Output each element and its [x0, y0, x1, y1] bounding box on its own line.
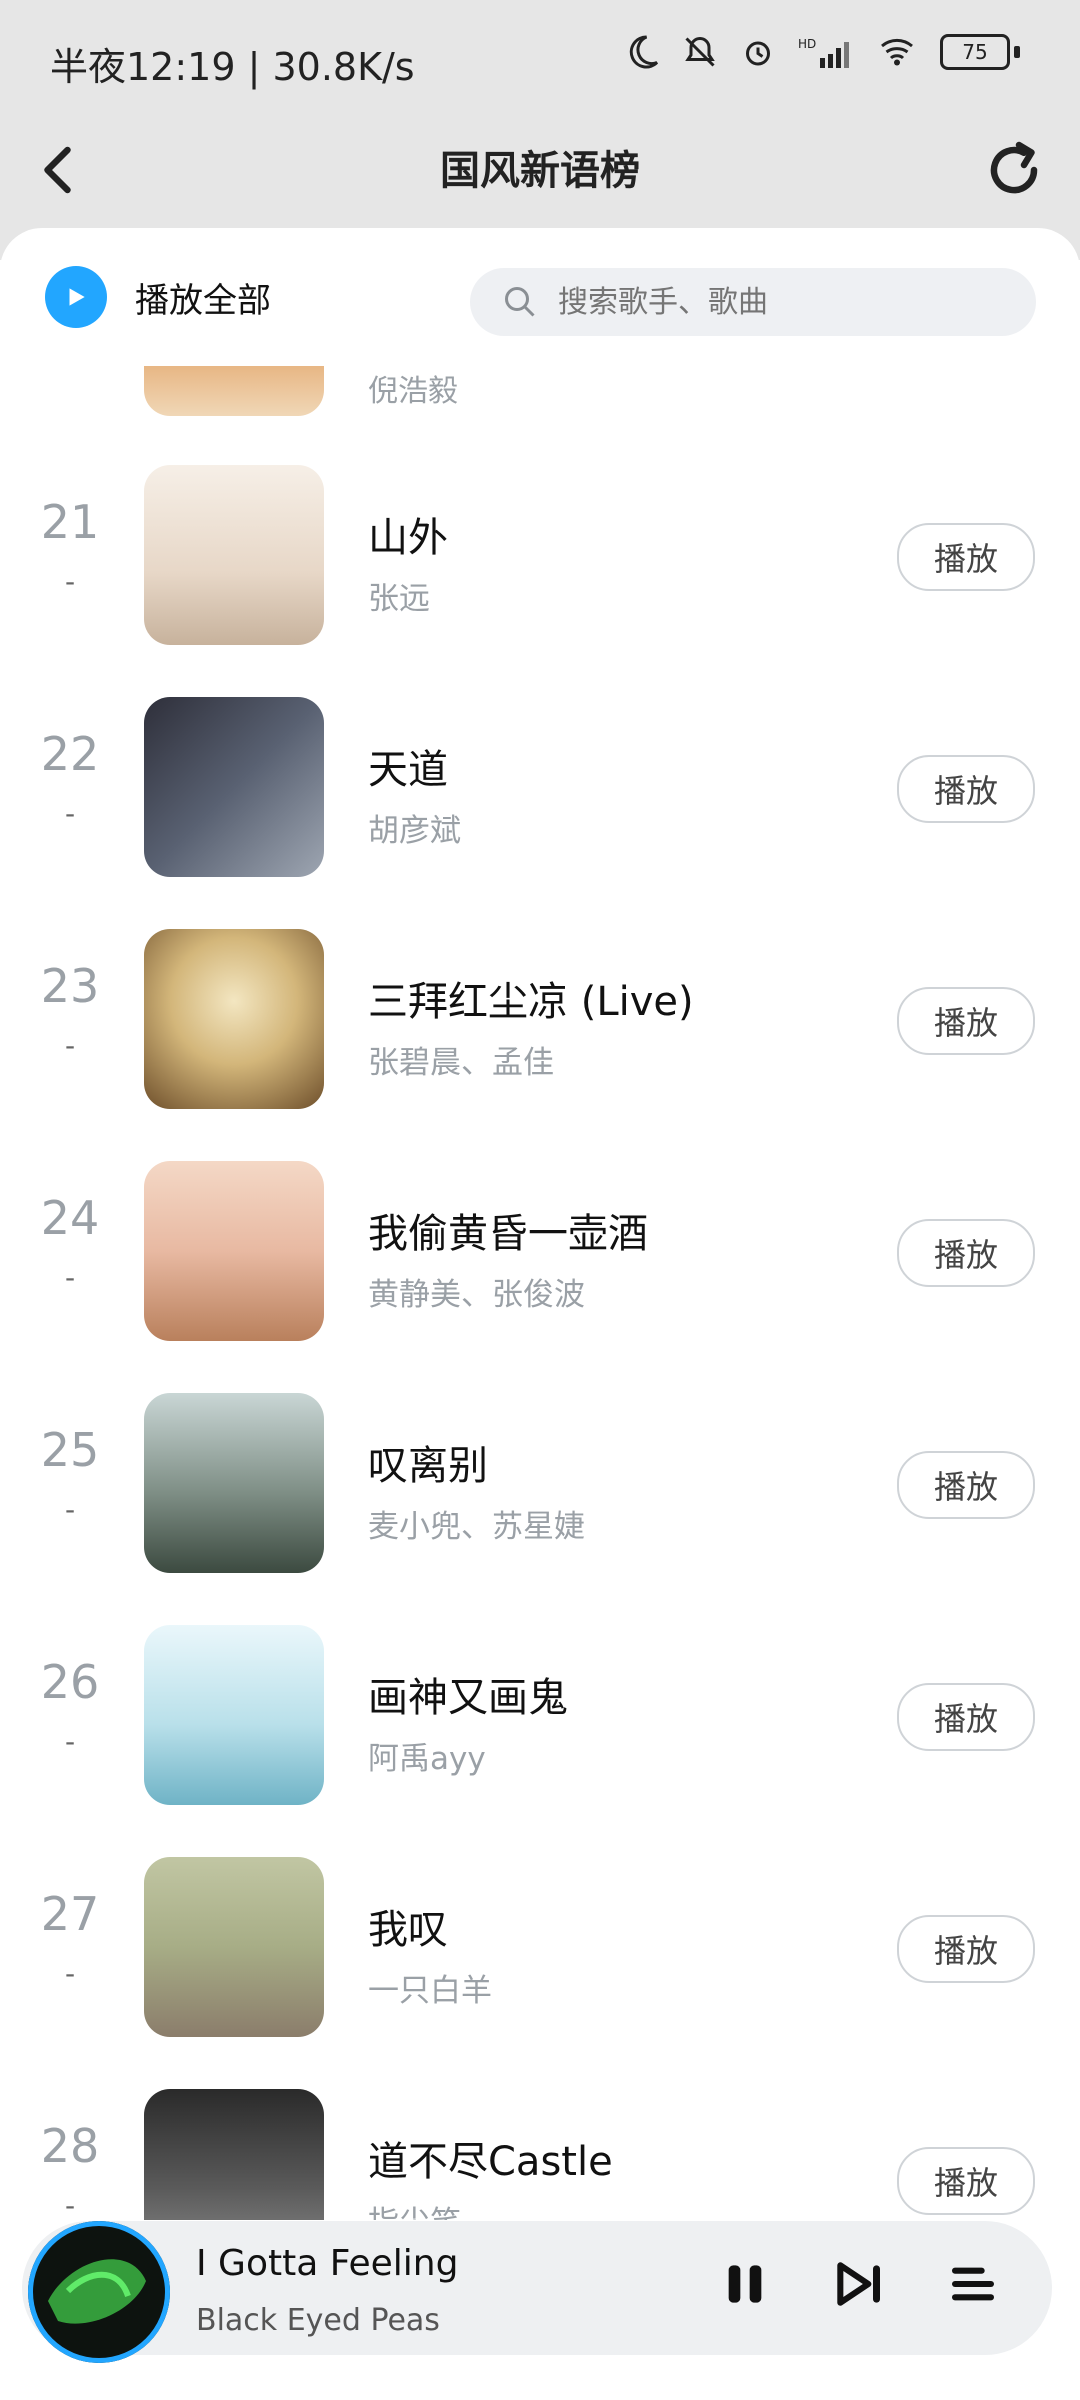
album-cover	[144, 697, 324, 877]
song-artist: 阿禹ayy	[368, 1741, 486, 1777]
play-button[interactable]: 播放	[897, 987, 1035, 1055]
list-item[interactable]: 24 - 我偷黄昏一壶酒 黄静美、张俊波 播放	[0, 1161, 1080, 1393]
play-button[interactable]: 播放	[897, 755, 1035, 823]
rank-change: -	[64, 2189, 76, 2220]
status-icons: HD 75	[624, 34, 1020, 70]
rank-change: -	[64, 797, 76, 830]
album-cover	[144, 1161, 324, 1341]
hd-signal-icon: HD	[798, 37, 849, 68]
refresh-icon	[990, 141, 1038, 194]
status-bar: 半夜12:19 | 30.8K/s HD 75	[0, 0, 1080, 120]
list-toolbar: 播放全部	[0, 256, 1080, 346]
now-playing-cover	[28, 2221, 170, 2363]
navigation-bar: 国风新语榜	[0, 120, 1080, 220]
list-item[interactable]: 25 - 叹离别 麦小兜、苏星婕 播放	[0, 1393, 1080, 1625]
player-controls	[710, 2249, 1008, 2319]
play-button[interactable]: 播放	[897, 1683, 1035, 1751]
song-artist: 一只白羊	[368, 1973, 492, 2009]
next-icon	[837, 2262, 880, 2306]
rank-number: 27	[40, 1887, 100, 1941]
battery-level: 75	[940, 34, 1010, 70]
alarm-icon	[746, 41, 770, 66]
wifi-icon	[881, 38, 913, 66]
album-cover	[144, 1393, 324, 1573]
album-cover	[144, 929, 324, 1109]
song-title: 画神又画鬼	[368, 1675, 568, 1721]
play-circle-icon	[45, 266, 107, 328]
battery-tip	[1014, 46, 1020, 58]
list-item[interactable]: 27 - 我叹 一只白羊 播放	[0, 1857, 1080, 2089]
refresh-button[interactable]	[984, 140, 1044, 200]
search-icon	[505, 287, 535, 317]
song-artist: 张碧晨、孟佳	[368, 1045, 554, 1081]
top-bar: 半夜12:19 | 30.8K/s HD 75 国风新语榜	[0, 0, 1080, 260]
pause-button[interactable]	[710, 2249, 780, 2319]
song-artist: 黄静美、张俊波	[368, 1277, 585, 1313]
play-button[interactable]: 播放	[897, 523, 1035, 591]
rank-change: -	[64, 1029, 76, 1062]
album-cover	[144, 2089, 324, 2220]
song-title: 山外	[368, 515, 448, 561]
bell-off-icon	[685, 37, 715, 67]
battery-icon: 75	[940, 34, 1020, 70]
moon-icon	[629, 35, 659, 69]
now-playing-title: I Gotta Feeling	[196, 2243, 459, 2284]
list-item[interactable]: 28 - 道不尽Castle 指尖笑 播放	[0, 2089, 1080, 2220]
play-button[interactable]: 播放	[897, 1915, 1035, 1983]
rank-number: 26	[40, 1655, 100, 1709]
play-button[interactable]: 播放	[897, 2147, 1035, 2215]
album-cover	[144, 1625, 324, 1805]
pause-icon	[728, 2265, 762, 2303]
album-cover	[144, 1857, 324, 2037]
now-playing-artist: Black Eyed Peas	[196, 2303, 440, 2338]
album-cover	[144, 465, 324, 645]
list-item[interactable]: 21 - 山外 张远 播放	[0, 465, 1080, 697]
song-title: 我偷黄昏一壶酒	[368, 1211, 648, 1257]
song-title: 三拜红尘凉 (Live)	[368, 979, 694, 1025]
song-title: 道不尽Castle	[368, 2139, 613, 2185]
rank-change: -	[64, 1261, 76, 1294]
play-all-label: 播放全部	[135, 280, 271, 321]
rank-number: 22	[40, 727, 100, 781]
svg-text:HD: HD	[798, 37, 816, 51]
song-title: 我叹	[368, 1907, 448, 1953]
next-button[interactable]	[824, 2249, 894, 2319]
rank-number: 23	[40, 959, 100, 1013]
status-time-speed: 半夜12:19 | 30.8K/s	[50, 45, 415, 89]
play-button[interactable]: 播放	[897, 1451, 1035, 1519]
rank-change: -	[64, 1493, 76, 1526]
song-artist: 麦小兜、苏星婕	[368, 1509, 585, 1545]
page-title: 国风新语榜	[440, 148, 640, 194]
rank-number: 28	[40, 2119, 100, 2173]
search-bar[interactable]	[470, 268, 1036, 336]
song-title: 天道	[368, 747, 448, 793]
song-artist: 张远	[368, 581, 430, 617]
rank-number: 24	[40, 1191, 100, 1245]
play-button[interactable]: 播放	[897, 1219, 1035, 1287]
rank-change: -	[64, 1725, 76, 1758]
rank-number: 25	[40, 1423, 100, 1477]
mini-player[interactable]: I Gotta Feeling Black Eyed Peas	[22, 2221, 1052, 2363]
song-artist: 胡彦斌	[368, 813, 461, 849]
list-item[interactable]: 26 - 画神又画鬼 阿禹ayy 播放	[0, 1625, 1080, 1857]
search-input[interactable]	[556, 283, 1020, 321]
playlist-icon	[952, 2267, 994, 2301]
rank-change: -	[64, 565, 76, 598]
song-title: 叹离别	[368, 1443, 488, 1489]
rank-change: -	[64, 1957, 76, 1990]
list-item[interactable]: 22 - 天道 胡彦斌 播放	[0, 697, 1080, 929]
list-item[interactable]: 23 - 三拜红尘凉 (Live) 张碧晨、孟佳 播放	[0, 929, 1080, 1161]
playlist-button[interactable]	[938, 2249, 1008, 2319]
song-list: 21 - 山外 张远 播放 22 - 天道 胡彦斌 播放 23 - 三拜红尘凉 …	[0, 365, 1080, 2220]
play-all-button[interactable]: 播放全部	[45, 266, 271, 328]
song-artist: 指尖笑	[368, 2197, 461, 2220]
rank-number: 21	[40, 495, 100, 549]
